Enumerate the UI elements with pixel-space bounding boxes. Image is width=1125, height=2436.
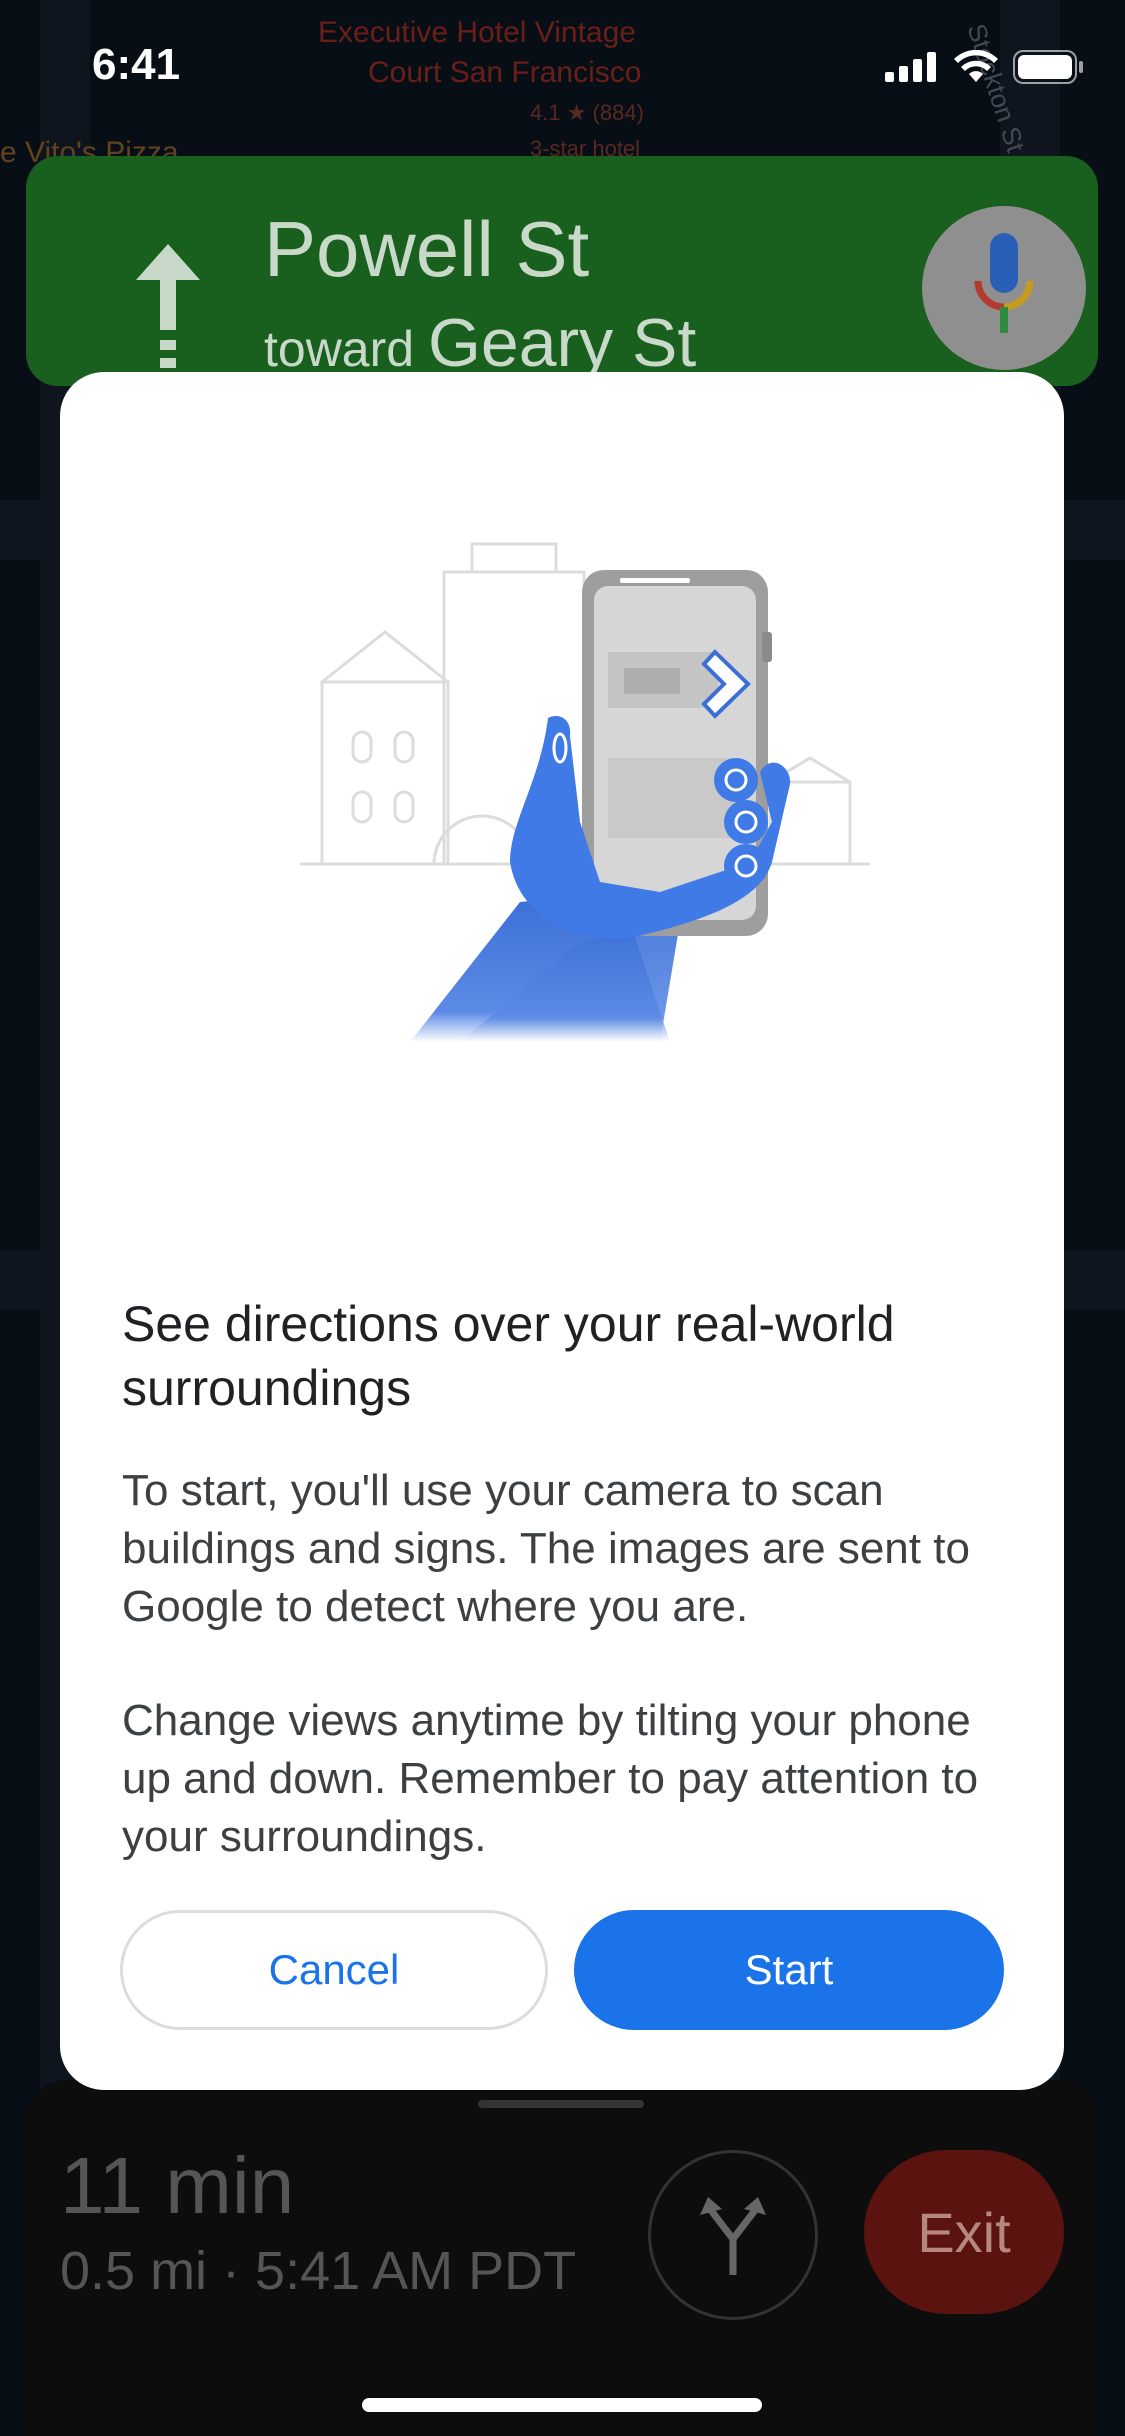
dialog-paragraph-camera: To start, you'll use your camera to scan… [122,1466,970,1631]
status-time: 6:41 [92,40,181,89]
alternate-routes-button[interactable] [648,2150,818,2320]
home-indicator[interactable] [362,2398,762,2412]
trip-details: 0.5 mi · 5:41 AM PDT [60,2241,577,2301]
straight-arrow-icon [136,244,200,368]
wifi-icon [954,50,998,82]
microphone-icon [974,233,1034,333]
fork-arrows-icon [700,2197,766,2275]
exit-navigation-button[interactable]: Exit [864,2150,1064,2314]
voice-search-button[interactable] [922,206,1086,370]
status-bar: 6:41 [0,0,1125,140]
eta-time: 11 min [60,2141,295,2230]
dialog-paragraph-tilt: Change views anytime by tilting your pho… [122,1696,979,1861]
current-street: Powell St [264,205,590,293]
toward-prefix: toward [264,321,415,377]
toward-street: toward Geary St [264,304,696,382]
dialog-title: See directions over your real-world surr… [122,1296,895,1416]
cancel-button[interactable]: Cancel [120,1910,548,2030]
live-view-illustration [300,542,870,1042]
sheet-handle[interactable] [478,2100,644,2108]
trip-sheet[interactable]: 11 min 0.5 mi · 5:41 AM PDT Exit [26,2080,1098,2436]
start-button[interactable]: Start [574,1910,1004,2030]
signal-icon [885,52,936,82]
battery-icon [1013,50,1083,84]
live-view-dialog: See directions over your real-world surr… [60,372,1064,2090]
toward-street-name: Geary St [427,305,697,381]
